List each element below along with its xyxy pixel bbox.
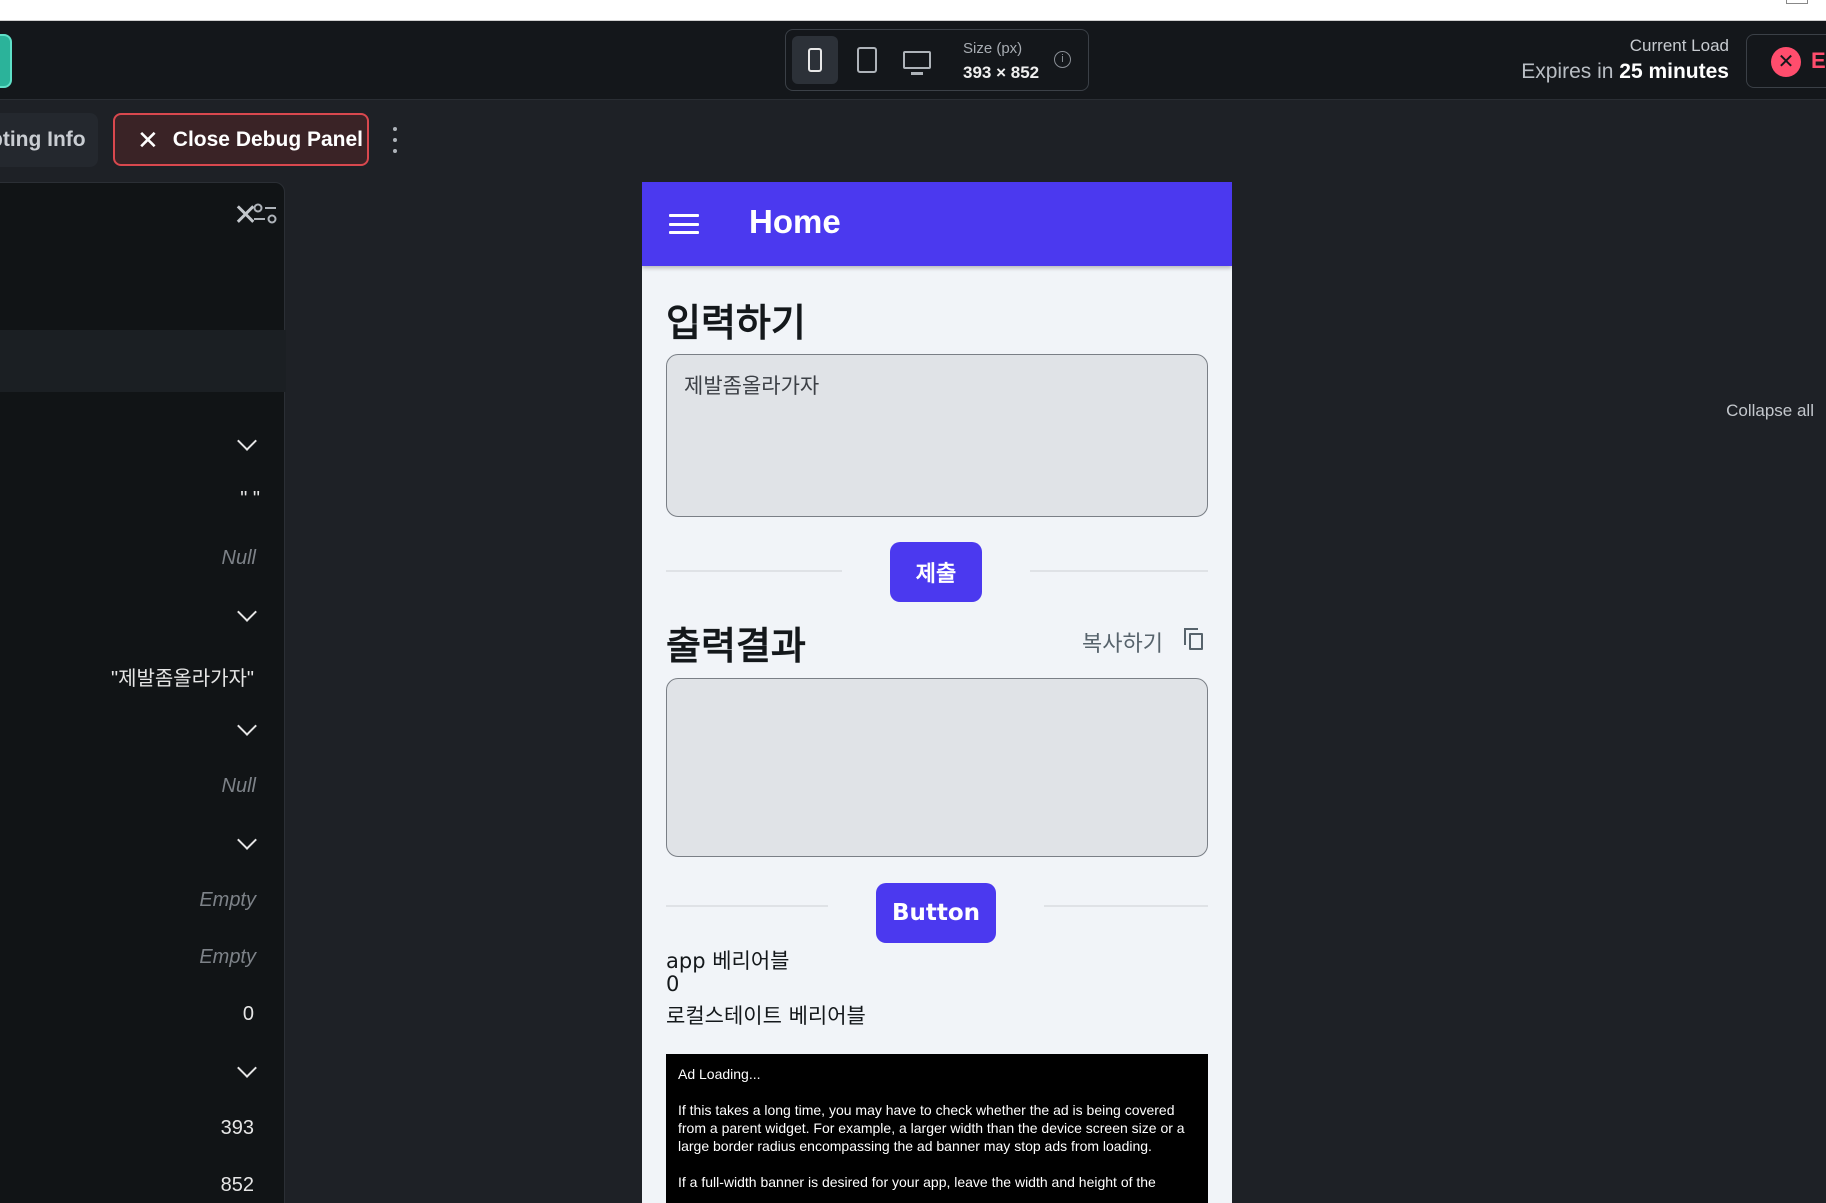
filter-settings-icon[interactable] — [252, 202, 278, 226]
debug-value-row: 852 — [220, 1174, 254, 1196]
ad-banner[interactable]: Ad Loading... If this takes a long time,… — [666, 1054, 1208, 1203]
phone-icon — [808, 48, 822, 72]
close-debug-panel-label: Close Debug Panel — [172, 127, 364, 151]
end-session-button[interactable]: ✕ E — [1746, 34, 1826, 88]
menu-icon[interactable] — [669, 214, 699, 234]
debug-value-row: 0 — [242, 1003, 254, 1025]
close-icon: ✕ — [137, 124, 159, 155]
ad-info-text-2: If a full-width banner is desired for yo… — [678, 1174, 1156, 1190]
close-debug-panel-button[interactable]: ✕ Close Debug Panel — [113, 113, 369, 166]
local-state-label: 로컬스테이트 베리어블 — [666, 1004, 866, 1028]
divider-left — [666, 905, 828, 907]
divider-left — [666, 570, 842, 572]
expires-text: Expires in 25 minutes — [1521, 60, 1729, 84]
output-textarea[interactable] — [666, 678, 1208, 857]
copy-button[interactable]: 복사하기 — [1082, 626, 1163, 658]
device-tablet-button[interactable] — [844, 36, 890, 84]
app-variable-value: 0 — [666, 972, 680, 996]
submit-button[interactable]: 제출 — [890, 542, 982, 602]
debug-panel: ✕ — [0, 182, 286, 1203]
debug-value-row: Null — [221, 547, 256, 569]
current-load-label: Current Load — [1629, 36, 1729, 55]
debug-value-row: " " — [240, 488, 260, 510]
end-session-label: E — [1811, 48, 1826, 73]
teal-action-button[interactable] — [0, 34, 12, 88]
prompting-info-button[interactable]: pting Info — [0, 113, 98, 167]
expires-prefix: Expires in — [1521, 60, 1614, 83]
panel-filter-row — [0, 330, 286, 392]
size-value: 393 × 852 — [963, 63, 1040, 82]
debug-value-row: 393 — [220, 1117, 254, 1139]
debug-value-row: Empty — [199, 889, 256, 911]
divider-right — [1030, 570, 1208, 572]
input-textarea[interactable]: 제발좀올라가자 — [666, 354, 1208, 517]
debug-value-row: Null — [221, 775, 256, 797]
copy-icon[interactable] — [1184, 628, 1204, 650]
expires-value: 25 minutes — [1619, 60, 1729, 83]
app-bar: Home — [642, 182, 1232, 266]
app-toolbar: Size (px) 393 × 852 i Current Load Expir… — [0, 21, 1826, 100]
output-section-title: 출력결과 — [666, 624, 806, 668]
phone-preview: Home 입력하기 제발좀올라가자 제출 출력결과 복사하기 Button ap… — [642, 182, 1232, 1203]
app-bar-title: Home — [749, 203, 841, 240]
size-label: Size (px) — [963, 40, 1023, 57]
device-desktop-button[interactable] — [894, 36, 940, 84]
action-button[interactable]: Button — [876, 883, 996, 943]
debug-value-row: Empty — [199, 946, 256, 968]
browser-top-strip — [0, 0, 1826, 21]
device-phone-button[interactable] — [792, 36, 838, 84]
input-section-title: 입력하기 — [666, 301, 806, 345]
desktop-icon — [903, 51, 931, 75]
divider-right — [1044, 905, 1208, 907]
tablet-icon — [857, 47, 877, 73]
window-control-icon[interactable] — [1786, 0, 1808, 4]
collapse-all-link[interactable]: Collapse all — [1726, 401, 1814, 421]
close-circle-icon: ✕ — [1771, 47, 1801, 77]
device-size-selector: Size (px) 393 × 852 i — [785, 29, 1089, 91]
ad-info-text: If this takes a long time, you may have … — [678, 1102, 1185, 1154]
ad-loading-text: Ad Loading... — [678, 1066, 761, 1082]
info-icon[interactable]: i — [1054, 51, 1071, 68]
more-options-icon[interactable] — [391, 127, 399, 153]
debug-value-row: "제발좀올라가자" — [111, 668, 254, 690]
app-variable-label: app 베리어블 — [666, 949, 790, 973]
